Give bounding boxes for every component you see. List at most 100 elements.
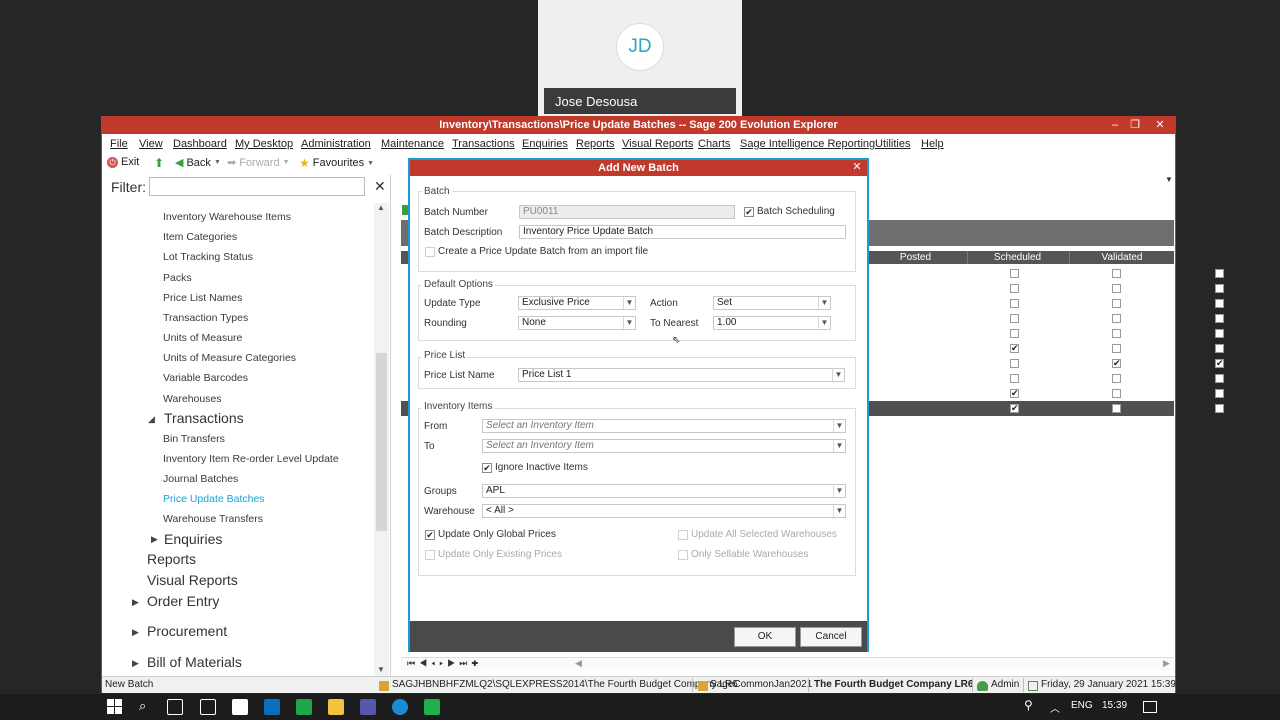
scheduled-checkbox[interactable] xyxy=(1112,404,1121,413)
menu-administration[interactable]: Administration xyxy=(301,138,371,150)
nav-item[interactable]: Packs xyxy=(163,272,192,284)
menu-help[interactable]: Help xyxy=(921,138,944,150)
price-list-name-select[interactable]: Price List 1 ▼ xyxy=(518,368,845,382)
posted-checkbox[interactable]: ✔ xyxy=(1010,344,1019,353)
menu-my-desktop[interactable]: My Desktop xyxy=(235,138,293,150)
calculator-icon[interactable] xyxy=(200,699,216,715)
outlook-icon[interactable] xyxy=(264,699,280,715)
menu-maintenance[interactable]: Maintenance xyxy=(381,138,444,150)
nav-item[interactable]: Bin Transfers xyxy=(163,433,225,445)
cancel-button[interactable]: Cancel xyxy=(800,627,862,647)
teams-icon[interactable] xyxy=(360,699,376,715)
file-explorer-icon[interactable] xyxy=(328,699,344,715)
menu-file[interactable]: File xyxy=(110,138,128,150)
search-icon[interactable]: ⌕ xyxy=(139,698,146,714)
rounding-select[interactable]: None ▼ xyxy=(518,316,636,330)
validated-checkbox[interactable] xyxy=(1215,404,1224,413)
collapse-arrow-icon[interactable]: ◢ xyxy=(148,414,155,425)
people-icon[interactable]: ⚲ xyxy=(1024,698,1033,712)
nav-item[interactable]: Inventory Warehouse Items xyxy=(163,211,291,223)
clock[interactable]: 15:39 xyxy=(1102,700,1127,711)
task-view-icon[interactable] xyxy=(167,699,183,715)
chevron-down-icon[interactable]: ▼ xyxy=(623,297,635,309)
expand-arrow-icon[interactable]: ▶ xyxy=(132,627,139,638)
scheduled-checkbox[interactable] xyxy=(1112,284,1121,293)
nav-item[interactable]: Price List Names xyxy=(163,292,242,304)
to-item-select[interactable]: Select an Inventory Item ▼ xyxy=(482,439,846,453)
menu-transactions[interactable]: Transactions xyxy=(452,138,515,150)
posted-checkbox[interactable] xyxy=(1010,374,1019,383)
nav-item[interactable]: Journal Batches xyxy=(163,473,238,485)
menu-utilities[interactable]: Utilities xyxy=(875,138,910,150)
posted-checkbox[interactable]: ✔ xyxy=(1010,389,1019,398)
menu-sage-intelligence-reporting[interactable]: Sage Intelligence Reporting xyxy=(740,138,875,150)
to-nearest-select[interactable]: 1.00 ▼ xyxy=(713,316,831,330)
nav-item[interactable]: Item Categories xyxy=(163,231,237,243)
column-posted[interactable]: Posted xyxy=(867,251,963,264)
menu-view[interactable]: View xyxy=(139,138,163,150)
from-item-select[interactable]: Select an Inventory Item ▼ xyxy=(482,419,846,433)
dialog-close-icon[interactable]: ✕ xyxy=(850,161,864,175)
update-only-global-checkbox[interactable]: ✔ xyxy=(425,530,435,540)
scroll-down-icon[interactable]: ▼ xyxy=(377,665,385,674)
nav-item[interactable]: Warehouse Transfers xyxy=(163,513,263,525)
nav-section-bill-of-materials[interactable]: Bill of Materials xyxy=(147,654,242,670)
ignore-inactive-checkbox[interactable]: ✔ xyxy=(482,463,492,473)
posted-checkbox[interactable] xyxy=(1010,314,1019,323)
nav-item[interactable]: Variable Barcodes xyxy=(163,372,248,384)
posted-checkbox[interactable] xyxy=(1010,269,1019,278)
filter-input[interactable] xyxy=(149,177,365,196)
column-validated[interactable]: Validated xyxy=(1069,251,1174,264)
nav-section-transactions[interactable]: Transactions xyxy=(164,410,244,426)
chevron-down-icon[interactable]: ▼ xyxy=(833,420,845,432)
scheduled-checkbox[interactable] xyxy=(1112,299,1121,308)
favourites-button[interactable]: ★ Favourites ▼ xyxy=(299,156,374,170)
nav-scrollbar[interactable]: ▲ ▼ xyxy=(374,203,389,678)
home-icon[interactable]: ⬆ xyxy=(154,156,164,170)
batch-description-field[interactable]: Inventory Price Update Batch xyxy=(519,225,846,239)
scheduled-checkbox[interactable]: ✔ xyxy=(1112,359,1121,368)
batch-scheduling-checkbox[interactable]: ✔ xyxy=(744,207,754,217)
options-dropdown-icon[interactable]: ▼ xyxy=(1165,175,1173,184)
nav-item[interactable]: Inventory Item Re-order Level Update xyxy=(163,453,339,465)
only-sellable-checkbox[interactable] xyxy=(678,550,688,560)
menu-reports[interactable]: Reports xyxy=(576,138,615,150)
posted-checkbox[interactable] xyxy=(1010,359,1019,368)
chevron-down-icon[interactable]: ▼ xyxy=(833,440,845,452)
scroll-up-icon[interactable]: ▲ xyxy=(377,203,385,212)
posted-checkbox[interactable] xyxy=(1010,329,1019,338)
nav-item[interactable]: Transaction Types xyxy=(163,312,248,324)
record-navigation-icons[interactable]: ⏮◀◂▸▶⏭✚ xyxy=(407,658,482,669)
nav-scroll-thumb[interactable] xyxy=(376,353,387,531)
nav-item[interactable]: Units of Measure xyxy=(163,332,242,344)
posted-checkbox[interactable]: ✔ xyxy=(1010,404,1019,413)
menu-dashboard[interactable]: Dashboard xyxy=(173,138,227,150)
validated-checkbox[interactable] xyxy=(1215,344,1224,353)
tray-chevron-up-icon[interactable]: ︿ xyxy=(1050,700,1060,715)
scheduled-checkbox[interactable] xyxy=(1112,389,1121,398)
posted-checkbox[interactable] xyxy=(1010,299,1019,308)
validated-checkbox[interactable] xyxy=(1215,299,1224,308)
chevron-down-icon[interactable]: ▼ xyxy=(818,297,830,309)
exit-button[interactable]: ⏻ Exit xyxy=(107,156,139,168)
chevron-down-icon[interactable]: ▼ xyxy=(833,485,845,497)
hscroll-right-icon[interactable]: ▶ xyxy=(1163,658,1170,669)
expand-arrow-icon[interactable]: ▶ xyxy=(132,597,139,608)
minimize-icon[interactable]: – xyxy=(1104,117,1126,134)
validated-checkbox[interactable] xyxy=(1215,314,1224,323)
import-file-checkbox[interactable] xyxy=(425,247,435,257)
forward-button[interactable]: ➡ Forward ▼ xyxy=(227,156,290,170)
update-all-selected-checkbox[interactable] xyxy=(678,530,688,540)
chevron-down-icon[interactable]: ▼ xyxy=(818,317,830,329)
validated-checkbox[interactable] xyxy=(1215,284,1224,293)
groups-select[interactable]: APL ▼ xyxy=(482,484,846,498)
validated-checkbox[interactable] xyxy=(1215,374,1224,383)
nav-item[interactable]: Warehouses xyxy=(163,393,222,405)
scheduled-checkbox[interactable] xyxy=(1112,374,1121,383)
scheduled-checkbox[interactable] xyxy=(1112,344,1121,353)
window-close-icon[interactable]: ✕ xyxy=(1149,117,1171,134)
menu-charts[interactable]: Charts xyxy=(698,138,730,150)
expand-arrow-icon[interactable]: ▶ xyxy=(132,658,139,669)
validated-checkbox[interactable] xyxy=(1215,389,1224,398)
notifications-icon[interactable] xyxy=(1143,701,1157,713)
